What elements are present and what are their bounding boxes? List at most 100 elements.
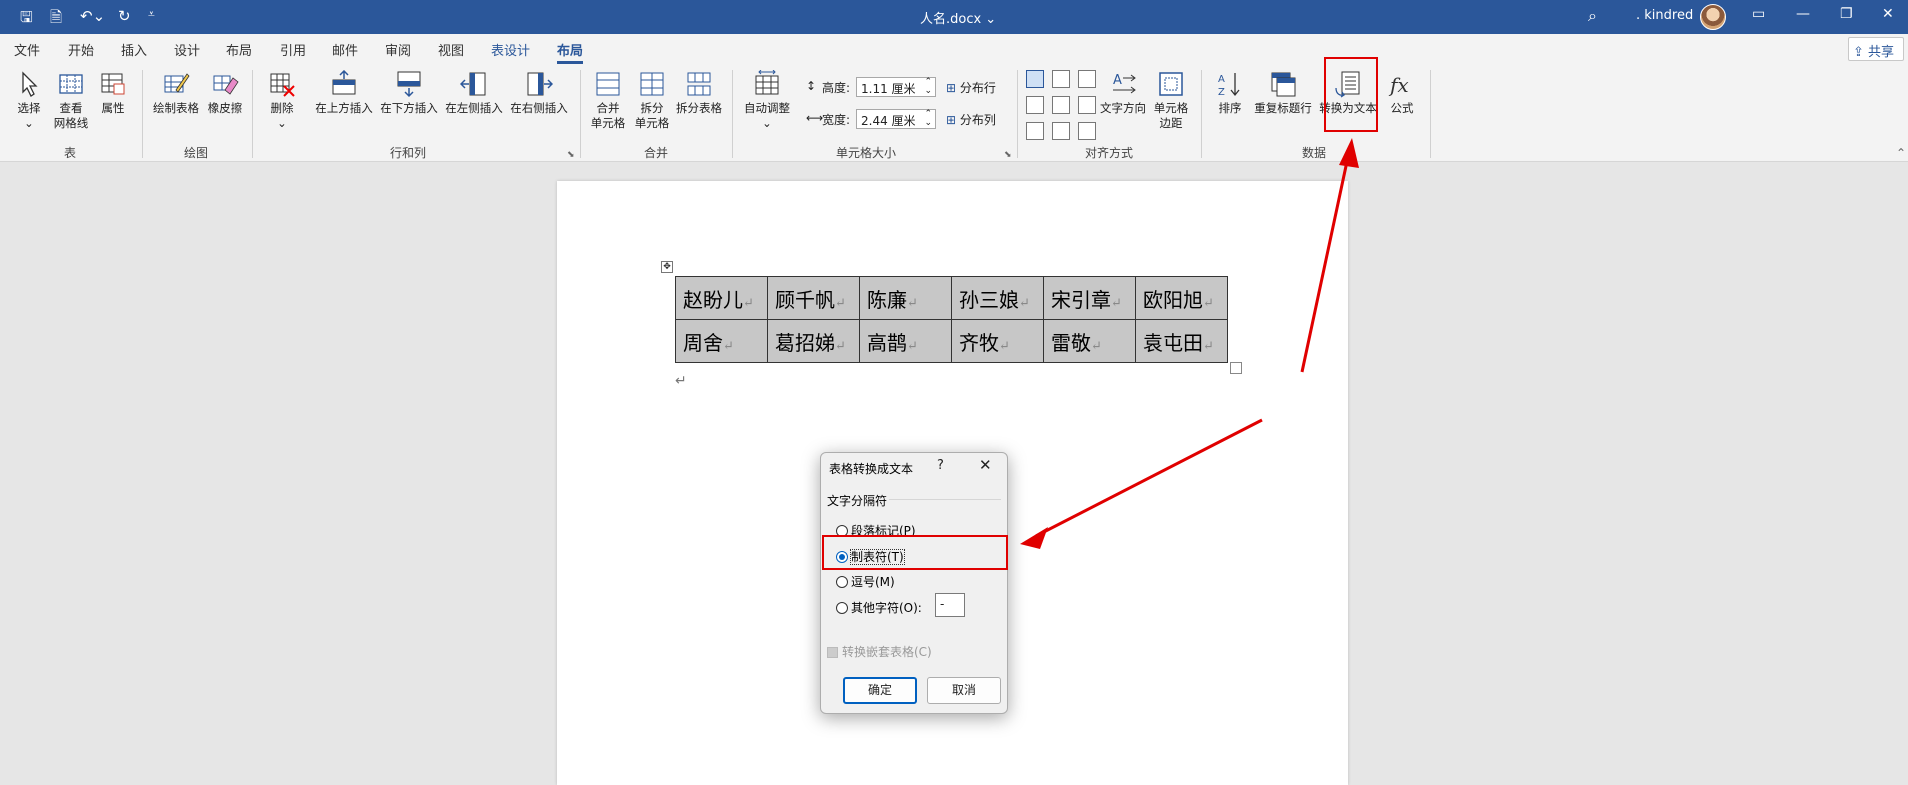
group-label-merge: 合并	[644, 146, 669, 160]
radio-dot[interactable]	[836, 576, 848, 588]
distribute-columns-label: 分布列	[959, 113, 996, 127]
align-bottom-right-icon[interactable]	[1078, 122, 1096, 140]
table-cell[interactable]: 赵盼儿↵	[675, 276, 768, 320]
ribbon-display-icon[interactable]: ▭	[1752, 6, 1765, 22]
cell-mark: ↵	[999, 338, 1010, 354]
print-preview-icon[interactable]: 🗎	[50, 7, 62, 32]
height-input[interactable]: 1.11 厘米 ⌃ ⌄	[856, 77, 936, 97]
formula-fx-icon: fx	[1388, 73, 1409, 97]
tab-view[interactable]: 视图	[438, 40, 464, 59]
spinner-icon[interactable]: ⌃ ⌄	[924, 110, 932, 128]
insert-below-button[interactable]: 在下方插入	[377, 70, 441, 116]
insert-above-button[interactable]: 在上方插入	[312, 70, 376, 116]
view-gridlines-label-1: 查看	[59, 101, 83, 115]
search-icon[interactable]: ⌕	[1588, 6, 1597, 26]
radio-comma[interactable]: 逗号(M)	[836, 573, 895, 590]
text-direction-button[interactable]: A 文字方向	[1098, 70, 1148, 116]
table-move-handle-icon[interactable]: ✥	[661, 261, 673, 273]
width-input[interactable]: 2.44 厘米 ⌃ ⌄	[856, 109, 936, 129]
table-resize-handle[interactable]	[1230, 362, 1242, 374]
save-icon[interactable]: 🖫	[20, 7, 33, 32]
minimize-icon[interactable]: —	[1796, 6, 1810, 22]
tab-mailings[interactable]: 邮件	[332, 40, 358, 59]
redo-icon[interactable]: ↻	[118, 7, 131, 25]
undo-icon[interactable]: ↶⌄	[80, 7, 105, 25]
cursor-select-icon	[22, 71, 38, 97]
tab-references[interactable]: 引用	[280, 40, 306, 59]
avatar[interactable]	[1700, 4, 1726, 30]
table-cell[interactable]: 齐牧↵	[951, 319, 1044, 363]
cell-mark: ↵	[1203, 338, 1214, 354]
dialog-launcher-icon[interactable]: ⬊	[567, 150, 575, 160]
align-center-icon[interactable]	[1052, 96, 1070, 114]
eraser-button[interactable]: 橡皮擦	[205, 70, 245, 116]
distribute-rows-button[interactable]: ⊞ 分布行	[946, 79, 996, 96]
draw-table-icon	[164, 73, 190, 93]
insert-left-label: 在左侧插入	[445, 101, 503, 115]
help-icon[interactable]: ?	[937, 458, 944, 473]
close-icon[interactable]: ✕	[1882, 6, 1894, 22]
repeat-header-button[interactable]: 重复标题行	[1250, 70, 1316, 116]
draw-table-button[interactable]: 绘制表格	[150, 70, 202, 116]
restore-icon[interactable]: ❐	[1840, 6, 1853, 22]
table-cell[interactable]: 袁屯田↵	[1135, 319, 1228, 363]
table-cell[interactable]: 高鹊↵	[859, 319, 952, 363]
tab-home[interactable]: 开始	[68, 40, 94, 59]
divider	[889, 499, 1001, 500]
tab-table-design[interactable]: 表设计	[491, 40, 530, 59]
tab-layout[interactable]: 布局	[226, 40, 252, 59]
formula-button[interactable]: fx 公式	[1384, 70, 1420, 116]
dialog-launcher-icon[interactable]: ⬊	[1004, 150, 1012, 160]
collapse-ribbon-icon[interactable]: ⌃	[1896, 146, 1906, 160]
split-cells-button[interactable]: 拆分 单元格	[632, 70, 672, 131]
radio-other[interactable]: 其他字符(O):	[836, 599, 922, 616]
sort-button[interactable]: AZ 排序	[1212, 70, 1248, 116]
share-button[interactable]: ⇪ 共享	[1848, 37, 1904, 61]
align-top-right-icon[interactable]	[1078, 70, 1096, 88]
table-cell[interactable]: 周舍↵	[675, 319, 768, 363]
close-icon[interactable]: ✕	[979, 456, 992, 474]
table-cell[interactable]: 陈廉↵	[859, 276, 952, 320]
table-cell[interactable]: 雷敬↵	[1043, 319, 1136, 363]
customize-toolbar-icon[interactable]: ⩡	[148, 7, 155, 22]
table-cell[interactable]: 欧阳旭↵	[1135, 276, 1228, 320]
tab-file[interactable]: 文件	[14, 40, 40, 59]
view-gridlines-button[interactable]: 查看 网格线	[50, 70, 92, 131]
cell-margins-button[interactable]: 单元格 边距	[1150, 70, 1192, 131]
formula-label: 公式	[1390, 101, 1414, 115]
cancel-button[interactable]: 取消	[927, 677, 1001, 704]
table-cell[interactable]: 孙三娘↵	[951, 276, 1044, 320]
align-top-left-icon[interactable]	[1026, 70, 1044, 88]
align-bottom-center-icon[interactable]	[1052, 122, 1070, 140]
properties-button[interactable]: 属性	[96, 70, 130, 116]
separator-section-label: 文字分隔符	[827, 494, 888, 508]
ok-button[interactable]: 确定	[843, 677, 917, 704]
distribute-columns-button[interactable]: ⊞ 分布列	[946, 111, 996, 128]
document-title[interactable]: 人名.docx ⌄	[920, 8, 996, 27]
insert-left-button[interactable]: 在左侧插入	[442, 70, 506, 116]
delete-button[interactable]: 删除 ⌄	[262, 70, 302, 131]
radio-label: 其他字符(O):	[851, 601, 922, 615]
align-bottom-left-icon[interactable]	[1026, 122, 1044, 140]
select-button[interactable]: 选择 ⌄	[12, 70, 46, 131]
align-top-center-icon[interactable]	[1052, 70, 1070, 88]
tab-review[interactable]: 审阅	[385, 40, 411, 59]
split-cells-icon	[640, 72, 664, 96]
radio-dot[interactable]	[836, 602, 848, 614]
align-center-right-icon[interactable]	[1078, 96, 1096, 114]
insert-right-button[interactable]: 在右侧插入	[507, 70, 571, 116]
user-name[interactable]: . kindred	[1636, 8, 1693, 23]
table-cell[interactable]: 葛招娣↵	[767, 319, 860, 363]
document-table[interactable]: 赵盼儿↵ 顾千帆↵ 陈廉↵ 孙三娘↵ 宋引章↵ 欧阳旭↵ 周舍↵ 葛招娣↵ 高鹊…	[675, 276, 1228, 363]
spinner-icon[interactable]: ⌃ ⌄	[924, 78, 932, 96]
table-cell[interactable]: 顾千帆↵	[767, 276, 860, 320]
tab-insert[interactable]: 插入	[121, 40, 147, 59]
autofit-button[interactable]: 自动调整 ⌄	[740, 70, 794, 131]
split-table-button[interactable]: 拆分表格	[674, 70, 724, 116]
tab-design[interactable]: 设计	[174, 40, 200, 59]
table-cell[interactable]: 宋引章↵	[1043, 276, 1136, 320]
tab-table-layout[interactable]: 布局	[557, 40, 584, 64]
merge-cells-button[interactable]: 合并 单元格	[588, 70, 628, 131]
other-character-input[interactable]: -	[935, 593, 965, 617]
align-center-left-icon[interactable]	[1026, 96, 1044, 114]
